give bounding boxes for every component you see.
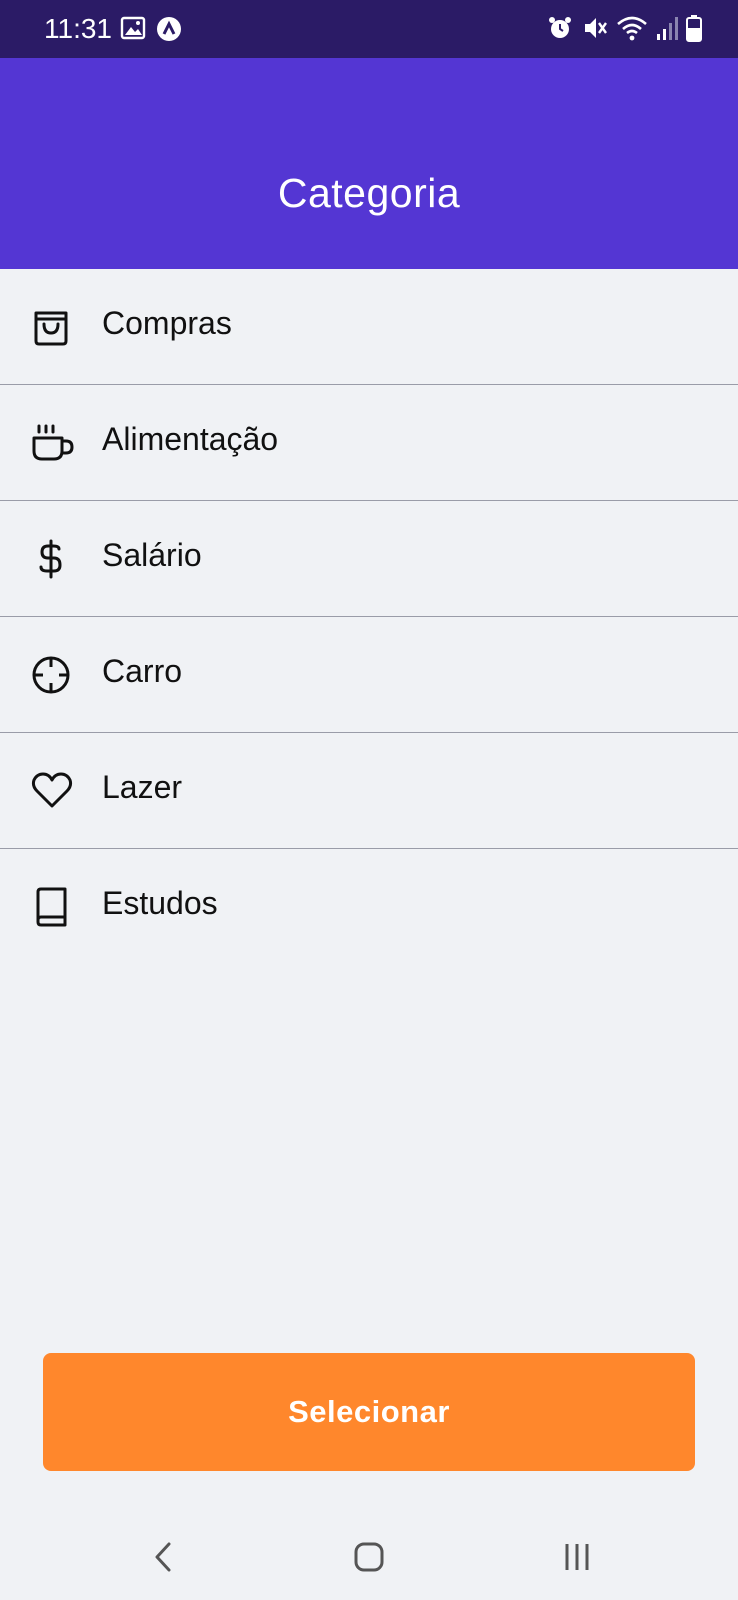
status-bar: 11:31 (0, 0, 738, 58)
alarm-icon (546, 14, 574, 42)
navigation-bar (0, 1510, 738, 1600)
category-item-carro[interactable]: Carro (0, 617, 738, 733)
category-list: Compras Alimentação Salário Carro Lazer … (0, 269, 738, 965)
category-label: Alimentação (102, 421, 279, 457)
category-label: Estudos (102, 885, 218, 921)
status-time: 11:31 (44, 13, 112, 44)
category-label: Compras (102, 305, 232, 341)
coffee-icon (31, 423, 74, 463)
category-label: Lazer (102, 769, 183, 805)
battery-icon (686, 14, 702, 42)
page-title: Categoria (277, 170, 461, 216)
mute-icon (582, 14, 608, 42)
category-item-alimentacao[interactable]: Alimentação (0, 385, 738, 501)
home-icon[interactable] (344, 1532, 394, 1582)
category-item-estudos[interactable]: Estudos (0, 849, 738, 965)
shopping-bag-icon (31, 307, 71, 347)
signal-icon (656, 14, 678, 42)
category-item-salario[interactable]: Salário (0, 501, 738, 617)
recents-icon[interactable] (552, 1532, 602, 1582)
category-label: Salário (102, 537, 202, 573)
heart-icon (31, 771, 73, 811)
dollar-sign-icon (31, 539, 71, 579)
book-icon (31, 887, 71, 927)
crosshair-icon (31, 655, 71, 695)
wifi-icon (616, 14, 648, 42)
category-label: Carro (102, 653, 183, 689)
category-item-lazer[interactable]: Lazer (0, 733, 738, 849)
app-notification-icon (156, 16, 182, 42)
back-icon[interactable] (140, 1532, 190, 1582)
image-icon (120, 16, 146, 42)
category-item-compras[interactable]: Compras (0, 269, 738, 385)
select-button[interactable]: Selecionar (43, 1353, 695, 1471)
header: Categoria (0, 58, 738, 269)
